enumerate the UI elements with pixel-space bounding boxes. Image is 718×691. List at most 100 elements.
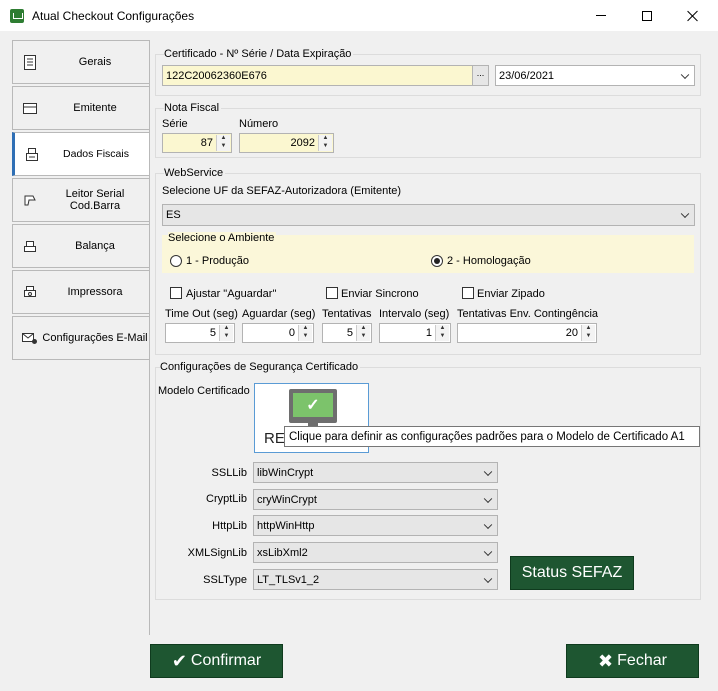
numero-stepper[interactable]: ▲ ▼ (318, 135, 332, 151)
barcode-scanner-icon (19, 193, 41, 207)
confirm-button[interactable]: ✔ Confirmar (150, 644, 283, 678)
close-button[interactable]: ✖ Fechar (566, 644, 699, 678)
chevron-down-icon (483, 494, 493, 503)
enviar-sincrono-label: Enviar Sincrono (341, 288, 419, 300)
chevron-down-icon (680, 70, 690, 79)
ambiente-group-label: Selecione o Ambiente (168, 232, 277, 244)
certificado-expiration-value: 23/06/2021 (499, 69, 555, 82)
chevron-down-icon (483, 547, 493, 556)
chevron-down-icon (483, 520, 493, 529)
contingencia-stepper[interactable]: ▲ ▼ (581, 325, 595, 341)
close-icon (687, 10, 699, 22)
httplib-dropdown[interactable]: httpWinHttp (253, 515, 498, 536)
xmlsignlib-value: xsLibXml2 (257, 546, 308, 559)
serie-field[interactable]: 87 ▲ ▼ (162, 133, 232, 153)
chevron-down-icon (483, 467, 493, 476)
nav-item-label: Balança (75, 240, 115, 252)
numero-field[interactable]: 2092 ▲ ▼ (239, 133, 334, 153)
tentativas-field[interactable]: 5 ▲ ▼ (322, 323, 372, 343)
serie-stepper[interactable]: ▲ ▼ (216, 135, 230, 151)
minimize-button[interactable] (578, 0, 624, 31)
modelo-certificado-label: Modelo Certificado (158, 385, 250, 397)
nota-fiscal-group (155, 108, 701, 158)
certificado-expiration-dropdown[interactable]: 23/06/2021 (495, 65, 695, 86)
uf-value: ES (166, 209, 181, 221)
nav-item-gerais[interactable]: Gerais (12, 40, 150, 84)
aguardar-field[interactable]: 0 ▲ ▼ (242, 323, 314, 343)
ambiente-producao-label: 1 - Produção (186, 255, 249, 267)
uf-dropdown[interactable]: ES (162, 204, 695, 226)
ambiente-producao-radio[interactable] (170, 255, 182, 267)
minimize-icon (596, 15, 606, 16)
check-icon: ✔ (171, 650, 187, 671)
cash-register-icon (21, 147, 43, 161)
aguardar-label: Aguardar (seg) (242, 308, 316, 320)
chevron-down-icon (680, 209, 690, 219)
enviar-sincrono-checkbox[interactable] (326, 287, 338, 299)
title-bar: Atual Checkout Configurações (0, 0, 718, 31)
aguardar-stepper[interactable]: ▲ ▼ (298, 325, 312, 341)
email-settings-icon (19, 331, 41, 345)
serie-value: 87 (200, 137, 213, 149)
nav-item-label: Impressora (67, 286, 123, 298)
chevron-down-icon (483, 574, 493, 583)
confirm-label: Confirmar (190, 652, 262, 669)
close-label: Fechar (617, 652, 667, 669)
nav-item-label: Leitor Serial Cod.Barra (65, 188, 125, 212)
nav-divider (149, 40, 150, 635)
intervalo-value: 1 (425, 327, 432, 339)
cryptlib-label: CryptLib (206, 493, 247, 505)
tentativas-stepper[interactable]: ▲ ▼ (356, 325, 370, 341)
ajustar-aguardar-checkbox[interactable] (170, 287, 182, 299)
card-icon (19, 102, 41, 114)
close-window-button[interactable] (670, 0, 716, 31)
nota-fiscal-group-label: Nota Fiscal (164, 102, 222, 114)
maximize-button[interactable] (624, 0, 670, 31)
document-icon (19, 54, 41, 70)
aguardar-value: 0 (288, 327, 295, 339)
close-x-icon: ✖ (598, 650, 614, 671)
intervalo-field[interactable]: 1 ▲ ▼ (379, 323, 451, 343)
nav-item-impressora[interactable]: Impressora (12, 270, 150, 314)
nav-item-label: Emitente (73, 102, 117, 114)
nav-item-balanca[interactable]: Balança (12, 224, 150, 268)
nav-item-configuracoes-email[interactable]: Configurações E-Mail (12, 316, 150, 360)
certificado-serial-field[interactable]: 122C20062360E676 (162, 65, 489, 86)
ambiente-homologacao-radio[interactable] (431, 255, 443, 267)
tentativas-label: Tentativas (322, 308, 372, 320)
ssllib-label: SSLLib (211, 467, 247, 479)
nav-item-dados-fiscais[interactable]: Dados Fiscais (12, 132, 150, 176)
contingencia-label: Tentativas Env. Contingência (457, 308, 599, 320)
timeout-value: 5 (209, 327, 216, 339)
certificado-group-label: Certificado - Nº Série / Data Expiração (164, 48, 354, 60)
enviar-zipado-label: Enviar Zipado (477, 288, 545, 300)
ssltype-dropdown[interactable]: LT_TLSv1_2 (253, 569, 498, 590)
timeout-label: Time Out (seg) (165, 308, 238, 320)
contingencia-value: 20 (565, 327, 578, 339)
webservice-group-label: WebService (164, 167, 226, 179)
contingencia-field[interactable]: 20 ▲ ▼ (457, 323, 597, 343)
numero-label: Número (239, 118, 279, 130)
seguranca-group-label: Configurações de Segurança Certificado (160, 361, 361, 373)
ssllib-dropdown[interactable]: libWinCrypt (253, 462, 498, 483)
timeout-field[interactable]: 5 ▲ ▼ (165, 323, 235, 343)
numero-value: 2092 (290, 137, 315, 149)
ssltype-value: LT_TLSv1_2 (257, 573, 320, 586)
cryptlib-dropdown[interactable]: cryWinCrypt (253, 489, 498, 510)
enviar-zipado-checkbox[interactable] (462, 287, 474, 299)
browse-certificate-button[interactable]: ... (472, 66, 488, 85)
nav-item-leitor-serial[interactable]: Leitor Serial Cod.Barra (12, 178, 150, 222)
xmlsignlib-dropdown[interactable]: xsLibXml2 (253, 542, 498, 563)
nav-item-label: Dados Fiscais (63, 148, 129, 160)
ssltype-label: SSLType (203, 574, 247, 586)
tooltip: Clique para definir as configurações pad… (284, 426, 700, 447)
scale-icon (19, 239, 41, 253)
status-sefaz-button[interactable]: Status SEFAZ (510, 556, 634, 590)
httplib-value: httpWinHttp (257, 519, 315, 532)
printer-icon (19, 285, 41, 299)
intervalo-stepper[interactable]: ▲ ▼ (435, 325, 449, 341)
modelo-certificado-text: RE (264, 430, 285, 447)
timeout-stepper[interactable]: ▲ ▼ (219, 325, 233, 341)
maximize-icon (642, 10, 652, 21)
nav-item-emitente[interactable]: Emitente (12, 86, 150, 130)
